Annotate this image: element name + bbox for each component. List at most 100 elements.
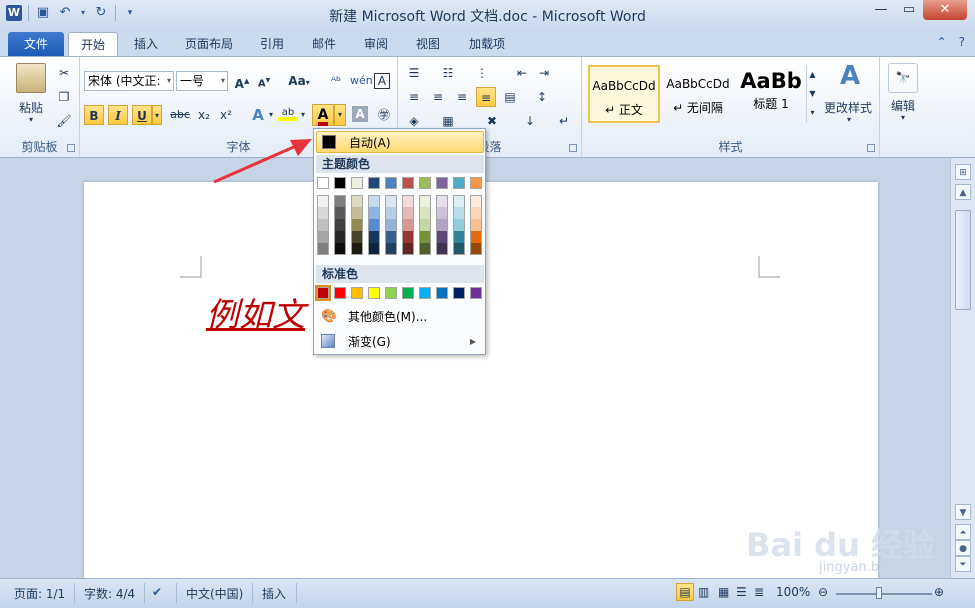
theme-shade-swatch[interactable] (402, 243, 414, 255)
theme-shade-swatch[interactable] (385, 231, 397, 243)
theme-color-swatch[interactable] (334, 177, 346, 189)
standard-color-swatch[interactable] (419, 287, 431, 299)
zoom-out-icon[interactable]: ⊖ (818, 585, 828, 599)
theme-color-swatch[interactable] (317, 177, 329, 189)
theme-shade-swatch[interactable] (453, 231, 465, 243)
theme-shade-swatch[interactable] (334, 195, 346, 207)
theme-shade-swatch[interactable] (402, 207, 414, 219)
standard-color-swatch[interactable] (334, 287, 346, 299)
theme-color-swatch[interactable] (351, 177, 363, 189)
multilevel-list-icon[interactable]: ⋮ (472, 63, 492, 83)
align-center-icon[interactable]: ≡ (428, 87, 448, 107)
theme-shade-swatch[interactable] (470, 219, 482, 231)
find-icon[interactable]: 🔭 (888, 63, 918, 93)
help-icon[interactable]: ? (959, 35, 965, 49)
theme-shade-swatch[interactable] (436, 207, 448, 219)
strikethrough-button[interactable]: abc (168, 105, 192, 125)
change-case-button[interactable]: Aa▾ (286, 71, 312, 91)
theme-shade-swatch[interactable] (436, 219, 448, 231)
theme-shade-swatch[interactable] (351, 243, 363, 255)
next-page-icon[interactable]: ⏷ (955, 556, 971, 572)
theme-shade-swatch[interactable] (368, 231, 380, 243)
line-spacing-icon[interactable]: ↕ (532, 87, 552, 107)
standard-color-swatch[interactable] (470, 287, 482, 299)
word-count[interactable]: 字数: 4/4 (84, 585, 135, 602)
theme-shade-swatch[interactable] (317, 207, 329, 219)
web-layout-icon[interactable]: ▦ (718, 585, 729, 599)
subscript-button[interactable]: x₂ (194, 105, 214, 125)
shrink-font-icon[interactable]: A▼ (254, 71, 274, 91)
underline-dropdown-icon[interactable]: ▾ (152, 105, 162, 125)
theme-shade-swatch[interactable] (368, 195, 380, 207)
theme-shade-swatch[interactable] (436, 243, 448, 255)
theme-shade-swatch[interactable] (470, 195, 482, 207)
more-colors-item[interactable]: 🎨 其他颜色(M)... (316, 306, 484, 328)
theme-shade-swatch[interactable] (317, 243, 329, 255)
theme-shade-swatch[interactable] (334, 207, 346, 219)
tab-file[interactable]: 文件 (8, 32, 64, 56)
theme-color-swatch[interactable] (470, 177, 482, 189)
maximize-icon[interactable]: ▭ (895, 0, 923, 20)
standard-color-swatch[interactable] (385, 287, 397, 299)
theme-color-swatch[interactable] (402, 177, 414, 189)
format-painter-icon[interactable]: 🖌 (54, 111, 74, 131)
editing-button[interactable]: 编辑 (884, 97, 922, 114)
theme-shade-swatch[interactable] (470, 207, 482, 219)
theme-shade-swatch[interactable] (385, 219, 397, 231)
zoom-level[interactable]: 100% (776, 585, 810, 599)
theme-shade-swatch[interactable] (419, 219, 431, 231)
theme-shade-swatch[interactable] (368, 243, 380, 255)
theme-shade-swatch[interactable] (351, 207, 363, 219)
theme-shade-swatch[interactable] (419, 243, 431, 255)
theme-shade-swatch[interactable] (402, 195, 414, 207)
auto-color-item[interactable]: 自动(A) (316, 131, 484, 153)
paste-button[interactable]: 粘贴 (10, 99, 52, 116)
zoom-in-icon[interactable]: ⊕ (934, 585, 944, 599)
prev-page-icon[interactable]: ⏶ (955, 524, 971, 540)
scroll-up-icon[interactable]: ▲ (955, 184, 971, 200)
tab-mailings[interactable]: 邮件 (302, 32, 346, 56)
tab-addins[interactable]: 加载项 (458, 32, 516, 56)
theme-color-swatch[interactable] (385, 177, 397, 189)
text-effects-dropdown-icon[interactable]: ▾ (266, 105, 276, 125)
increase-indent-icon[interactable]: ⇥ (534, 63, 554, 83)
change-styles-dropdown-icon[interactable]: ▾ (844, 115, 854, 124)
theme-shade-swatch[interactable] (419, 231, 431, 243)
theme-shade-swatch[interactable] (453, 243, 465, 255)
style-heading-1[interactable]: AaBb 标题 1 (736, 65, 806, 123)
copy-icon[interactable]: ❐ (54, 87, 74, 107)
decrease-indent-icon[interactable]: ⇤ (512, 63, 532, 83)
cut-icon[interactable]: ✂ (54, 63, 74, 83)
theme-shade-swatch[interactable] (453, 207, 465, 219)
theme-shade-swatch[interactable] (351, 195, 363, 207)
numbering-icon[interactable]: ☷ (438, 63, 458, 83)
align-left-icon[interactable]: ≡ (404, 87, 424, 107)
tab-references[interactable]: 引用 (250, 32, 294, 56)
change-styles-icon[interactable]: A (832, 61, 868, 91)
theme-shade-swatch[interactable] (334, 243, 346, 255)
full-screen-reading-icon[interactable]: ▥ (698, 585, 709, 599)
theme-shade-swatch[interactable] (419, 195, 431, 207)
theme-shade-swatch[interactable] (470, 231, 482, 243)
clear-format-icon[interactable]: ᴬᵇ (326, 71, 346, 91)
sort-icon[interactable]: ↓ (520, 111, 540, 131)
distributed-icon[interactable]: ▤ (500, 87, 520, 107)
editing-dropdown-icon[interactable]: ▾ (898, 113, 908, 122)
theme-shade-swatch[interactable] (419, 207, 431, 219)
gradient-item[interactable]: 渐变(G) ▶ (316, 331, 484, 353)
theme-shade-swatch[interactable] (402, 231, 414, 243)
page-count[interactable]: 页面: 1/1 (14, 585, 65, 602)
theme-shade-swatch[interactable] (402, 219, 414, 231)
show-marks-icon[interactable]: ↵ (554, 111, 574, 131)
ruler-toggle-icon[interactable]: ⊞ (955, 164, 971, 180)
standard-color-swatch[interactable] (453, 287, 465, 299)
close-icon[interactable]: ✕ (923, 0, 967, 20)
draft-view-icon[interactable]: ≣ (754, 585, 764, 599)
theme-shade-swatch[interactable] (334, 231, 346, 243)
theme-shade-swatch[interactable] (385, 243, 397, 255)
theme-shade-swatch[interactable] (317, 195, 329, 207)
zoom-slider[interactable] (836, 593, 932, 595)
styles-scroll-icon[interactable]: ▲ ▼ ▾ (806, 65, 818, 123)
minimize-icon[interactable]: — (867, 0, 895, 20)
theme-shade-swatch[interactable] (317, 231, 329, 243)
